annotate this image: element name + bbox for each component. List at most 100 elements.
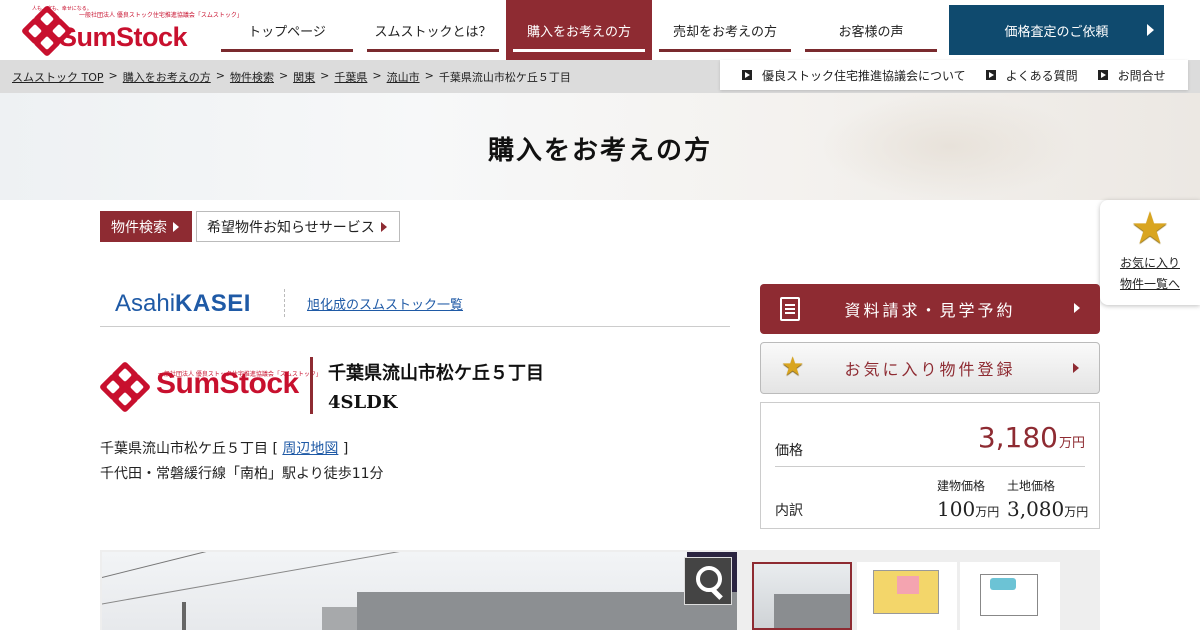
property-access: 千代田・常磐緩行線「南柏」駅より徒歩11分 (100, 466, 384, 482)
maker-row: AsahiKASEI 旭化成のスムストック一覧 (100, 284, 730, 327)
add-favorite-button[interactable]: ★ お気に入り物件登録 (760, 342, 1100, 394)
document-icon (780, 297, 800, 321)
price-number: 3,180 (977, 421, 1058, 454)
thumbnail-exterior[interactable] (752, 562, 852, 630)
arrow-right-icon (1147, 24, 1154, 36)
star-icon: ★ (1130, 203, 1170, 254)
divider (284, 289, 285, 317)
price-label: 価格 (775, 443, 803, 459)
thumbnail-detail (990, 578, 1016, 590)
sublink-council[interactable]: 優良ストック住宅推進協議会について (742, 67, 966, 84)
square-arrow-icon (985, 70, 996, 80)
square-arrow-icon (742, 70, 752, 80)
price-unit: 万円 (975, 505, 1000, 519)
breadcrumb-link-chiba[interactable]: 千葉県 (334, 69, 367, 85)
maker-listing-link[interactable]: 旭化成のスムストック一覧 (307, 294, 463, 313)
breakdown-label: 内訳 (775, 503, 803, 519)
sumstock-logo-mark-icon (98, 360, 152, 414)
logo-text: SumStock (156, 367, 299, 400)
add-favorite-label: お気に入り物件登録 (844, 360, 1016, 379)
tab-notification-service[interactable]: 希望物件お知らせサービス (196, 211, 400, 242)
property-address-block: 千葉県流山市松ケ丘５丁目 [ 周辺地図 ] 千代田・常磐緩行線「南柏」駅より徒歩… (100, 437, 384, 487)
section-tabs: 物件検索 希望物件お知らせサービス (100, 211, 404, 242)
price-unit: 万円 (1064, 505, 1089, 519)
property-name: 千葉県流山市松ケ丘５丁目 (328, 363, 544, 384)
nav-item-sell[interactable]: 売却をお考えの方 (652, 0, 798, 60)
sublink-council-label: 優良ストック住宅推進協議会について (762, 68, 966, 83)
price-box: 価格 3,180万円 内訳 建物価格 100万円 土地価格 3,080万円 (760, 402, 1100, 529)
breadcrumb-separator: > (320, 69, 330, 82)
tab-notification-service-label: 希望物件お知らせサービス (207, 219, 375, 236)
asahi-kasei-logo-b: KASEI (175, 290, 251, 317)
title-accent-bar (310, 357, 313, 414)
map-link[interactable]: 周辺地図 (282, 441, 338, 457)
star-icon: ★ (781, 352, 805, 382)
nav-item-buy[interactable]: 購入をお考えの方 (506, 0, 652, 60)
price-unit: 万円 (1058, 436, 1085, 451)
building-price-label: 建物価格 (937, 479, 986, 493)
asahi-kasei-logo: AsahiKASEI (115, 290, 251, 318)
arrow-right-icon (173, 221, 179, 232)
breadcrumb-link-kanto[interactable]: 関東 (293, 69, 315, 85)
favorites-float-line1: お気に入り (1119, 256, 1180, 270)
tab-property-search-label: 物件検索 (111, 219, 167, 236)
property-layout: 4SLDK (328, 392, 398, 413)
square-arrow-icon (1097, 70, 1108, 80)
breadcrumb-link-nagareyama[interactable]: 流山市 (387, 69, 420, 85)
page-title: 購入をお考えの方 (487, 136, 712, 166)
breadcrumb-separator: > (424, 69, 434, 82)
hero-banner: 購入をお考えの方 (0, 93, 1200, 200)
arrow-right-icon (1074, 303, 1080, 313)
sublink-faq[interactable]: よくある質問 (985, 67, 1078, 84)
building-price-number: 100 (937, 497, 976, 521)
favorites-list-float[interactable]: ★ お気に入り 物件一覧へ (1100, 200, 1200, 305)
price-value: 3,180万円 (978, 421, 1085, 454)
zoom-magnifier-icon[interactable] (684, 557, 732, 605)
logo-text: SumStock (58, 21, 188, 52)
nav-item-top[interactable]: トップページ (214, 0, 360, 60)
request-materials-button[interactable]: 資料請求・見学予約 (760, 284, 1100, 334)
property-address: 千葉県流山市松ケ丘５丁目 [ 周辺地図 ] (100, 441, 349, 457)
asahi-kasei-logo-a: Asahi (115, 290, 176, 317)
breadcrumb-separator: > (108, 69, 118, 82)
thumbnail-floorplan[interactable] (857, 562, 957, 630)
sublink-contact-label: お問合せ (1117, 68, 1166, 83)
sublink-contact[interactable]: お問合せ (1097, 67, 1166, 84)
nav-item-about[interactable]: スムストックとは？ (360, 0, 506, 60)
property-address-text: 千葉県流山市松ケ丘５丁目 (100, 441, 268, 457)
breadcrumb-separator: > (372, 69, 382, 82)
breadcrumb-link-search[interactable]: 物件検索 (230, 69, 274, 85)
arrow-right-icon (1073, 363, 1079, 373)
land-price: 土地価格 3,080万円 (1007, 477, 1088, 521)
arrow-right-icon (380, 221, 387, 232)
thumbnail-detail (774, 594, 850, 628)
photo-detail (102, 552, 490, 583)
breadcrumb-current: 千葉県流山市松ケ丘５丁目 (438, 71, 571, 84)
main-property-photo[interactable] (102, 552, 737, 630)
divider (775, 466, 1085, 467)
thumbnail-detail (897, 576, 919, 594)
site-header: 人も、家も、幸せになる。 一般社団法人 優良ストック住宅推進協議会「スムストック… (0, 0, 1200, 60)
request-materials-label: 資料請求・見学予約 (844, 301, 1016, 320)
main-nav: トップページ スムストックとは？ 購入をお考えの方 売却をお考えの方 お客様の声 (214, 0, 944, 60)
price-assessment-label: 価格査定のご依頼 (1004, 24, 1109, 40)
breadcrumb-separator: > (215, 69, 225, 82)
land-price-label: 土地価格 (1007, 479, 1056, 493)
breadcrumb-link-buy[interactable]: 購入をお考えの方 (123, 69, 211, 85)
sumstock-title-logo: 一般社団法人 優良ストック住宅推進協議会「スムストック」 SumStock (98, 355, 322, 414)
building-price-value: 100万円 (937, 497, 999, 521)
favorites-float-line2: 物件一覧へ (1119, 277, 1180, 291)
breadcrumb-link-top[interactable]: スムストック TOP (12, 69, 104, 85)
land-price-value: 3,080万円 (1007, 497, 1088, 521)
sumstock-logo[interactable]: 人も、家も、幸せになる。 一般社団法人 優良ストック住宅推進協議会「スムストック… (20, 4, 243, 58)
breadcrumb: スムストック TOP > 購入をお考えの方 > 物件検索 > 関東 > 千葉県 > 流山市… (12, 69, 571, 85)
tab-property-search[interactable]: 物件検索 (100, 211, 192, 242)
land-price-number: 3,080 (1007, 497, 1065, 521)
sublink-faq-label: よくある質問 (1005, 68, 1078, 83)
property-title: 千葉県流山市松ケ丘５丁目 4SLDK (328, 359, 544, 417)
thumbnail-site-plan[interactable] (960, 562, 1060, 630)
price-assessment-button[interactable]: 価格査定のご依頼 (949, 5, 1164, 55)
sumstock-logo-mark-icon (20, 4, 74, 58)
photo-detail (182, 602, 186, 630)
nav-item-voices[interactable]: お客様の声 (798, 0, 944, 60)
